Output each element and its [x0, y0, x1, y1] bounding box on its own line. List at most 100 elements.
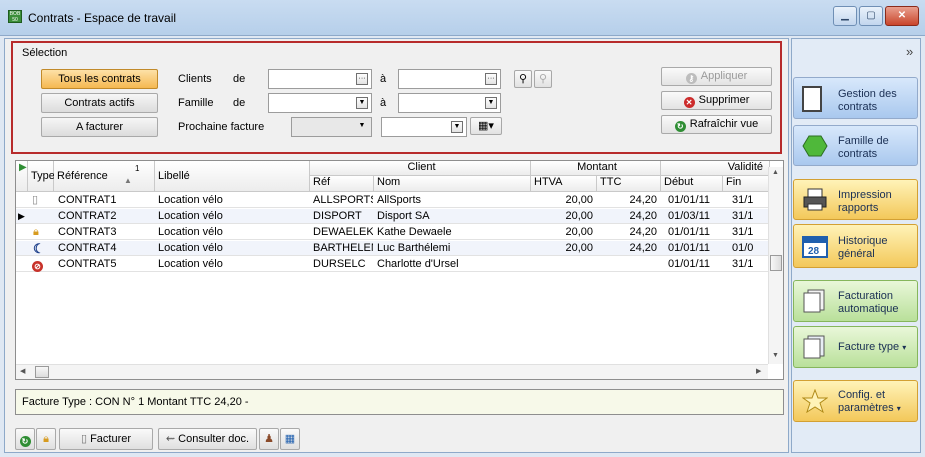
- chevron-down-icon[interactable]: ▼: [451, 121, 463, 133]
- start-date-cell: 01/01/11: [668, 242, 711, 254]
- grid-horizontal-scrollbar[interactable]: ◀ ▶: [16, 364, 768, 379]
- filter-active-contracts-button[interactable]: Contrats actifs: [41, 93, 158, 113]
- start-date-cell: 01/01/11: [668, 194, 711, 206]
- start-column-header[interactable]: Début: [661, 176, 723, 192]
- contracts-grid: ▶ Type Référence 1 ▲ Libellé Client Réf …: [15, 160, 784, 380]
- sidebar-item-label: Facture type: [838, 341, 900, 353]
- apply-button[interactable]: ⚷ Appliquer: [661, 67, 772, 86]
- scroll-up-icon[interactable]: ▲: [772, 169, 779, 176]
- window-title: Contrats - Espace de travail: [28, 11, 177, 25]
- client-name-cell: Luc Barthélemi: [377, 242, 451, 254]
- browse-icon[interactable]: ···: [485, 73, 497, 85]
- end-date-cell: 31/1: [732, 194, 754, 206]
- end-column-header[interactable]: Fin: [723, 176, 770, 192]
- delete-button[interactable]: ✕ Supprimer: [661, 91, 772, 110]
- invoice-type-status: Facture Type : CON N° 1 Montant TTC 24,2…: [15, 389, 784, 415]
- browse-icon[interactable]: ···: [356, 73, 368, 85]
- next-invoice-operator-select[interactable]: ▼: [291, 117, 372, 137]
- refresh-small-button[interactable]: ↻: [15, 428, 35, 450]
- htva-column-header[interactable]: HTVA: [531, 176, 597, 192]
- ttc-cell: 24,20: [629, 194, 657, 206]
- document-icon: ▯: [80, 433, 91, 445]
- clients-to-field[interactable]: ···: [398, 69, 501, 89]
- family-from-label: de: [233, 97, 246, 109]
- refresh-icon: ↻: [674, 121, 686, 132]
- consult-doc-button[interactable]: ⇜ Consulter doc.: [158, 428, 257, 450]
- unpin-icon[interactable]: ⚲: [534, 70, 552, 88]
- star-icon: [801, 388, 829, 414]
- sidebar-item-contract-management[interactable]: Gestion des contrats: [793, 77, 918, 119]
- pin-icon[interactable]: ⚲: [514, 70, 532, 88]
- libelle-column-header[interactable]: Libellé: [155, 161, 310, 192]
- reference-column-header[interactable]: Référence 1 ▲: [54, 161, 155, 192]
- client-ref-cell: DURSELC: [313, 258, 366, 270]
- end-date-cell: 31/1: [732, 210, 754, 222]
- sidebar-item-label: Config. et paramètres: [838, 389, 894, 414]
- next-invoice-label: Prochaine facture: [178, 121, 265, 133]
- next-invoice-date-field[interactable]: ▼: [381, 117, 467, 137]
- calendar-button[interactable]: ▦: [280, 428, 300, 450]
- grid-vertical-scrollbar[interactable]: ▲ ▼: [768, 167, 783, 364]
- start-date-cell: 01/01/11: [668, 258, 711, 270]
- family-to-label: à: [380, 97, 387, 109]
- client-ref-cell: DEWAELEK: [313, 226, 373, 238]
- family-to-select[interactable]: ▼: [398, 93, 501, 113]
- contact-button[interactable]: ♟: [259, 428, 279, 450]
- delete-icon: ✕: [683, 97, 695, 108]
- refresh-label: Rafraîchir vue: [689, 118, 759, 130]
- sidebar-item-auto-invoicing[interactable]: Facturation automatique: [793, 280, 918, 322]
- ttc-cell: [597, 257, 661, 272]
- libelle-cell: Location vélo: [158, 258, 223, 270]
- table-row[interactable]: ▯ CONTRAT1 Location vélo ALLSPORTS AllSp…: [16, 193, 770, 208]
- sidebar-item-label: Historique général: [838, 235, 888, 260]
- sidebar-item-contract-family[interactable]: Famille de contrats: [793, 125, 918, 166]
- close-button[interactable]: ✕: [885, 6, 919, 26]
- scroll-right-icon[interactable]: ▶: [756, 367, 761, 375]
- scroll-down-icon[interactable]: ▼: [772, 352, 779, 359]
- scroll-left-icon[interactable]: ◀: [20, 367, 25, 375]
- client-name-cell: Disport SA: [377, 210, 430, 222]
- minimize-button[interactable]: ▁: [833, 6, 857, 26]
- scroll-thumb[interactable]: [770, 255, 782, 271]
- start-date-cell: 01/03/11: [668, 210, 711, 222]
- reference-cell: CONTRAT5: [58, 258, 117, 270]
- sidebar-item-label: Impression rapports: [838, 189, 892, 214]
- client-name-cell: Kathe Dewaele: [377, 226, 452, 238]
- lock-button[interactable]: 🔒︎: [36, 428, 56, 450]
- type-column-header[interactable]: Type: [28, 161, 55, 192]
- client-name-column-header[interactable]: Nom: [374, 176, 531, 192]
- refresh-view-button[interactable]: ↻ Rafraîchir vue: [661, 115, 772, 134]
- table-row[interactable]: 🔒︎ CONTRAT3 Location vélo DEWAELEK Kathe…: [16, 225, 770, 240]
- collapse-sidebar-button[interactable]: »: [906, 44, 913, 59]
- blocked-icon: ⊘: [32, 257, 50, 272]
- chevron-down-icon[interactable]: ▼: [356, 97, 368, 109]
- sidebar-item-print-reports[interactable]: Impression rapports: [793, 179, 918, 220]
- table-row[interactable]: ⊘ CONTRAT5 Location vélo DURSELC Charlot…: [16, 257, 770, 272]
- table-row[interactable]: ▶ CONTRAT2 Location vélo DISPORT Disport…: [16, 209, 770, 224]
- filter-all-contracts-button[interactable]: Tous les contrats: [41, 69, 158, 89]
- client-ref-column-header[interactable]: Réf: [310, 176, 374, 192]
- clients-from-field[interactable]: ···: [268, 69, 372, 89]
- chevron-down-icon[interactable]: ▼: [485, 97, 497, 109]
- invoice-button[interactable]: ▯ Facturer: [59, 428, 153, 450]
- htva-cell: 20,00: [565, 194, 593, 206]
- chevron-down-icon[interactable]: ▼: [356, 121, 368, 133]
- table-row[interactable]: ☾ CONTRAT4 Location vélo BARTHELEM Luc B…: [16, 241, 770, 256]
- end-date-cell: 31/1: [732, 258, 754, 270]
- hscroll-thumb[interactable]: [35, 366, 49, 378]
- filter-to-invoice-button[interactable]: A facturer: [41, 117, 158, 137]
- printer-icon: [802, 188, 828, 212]
- calendar-icon[interactable]: ▦▾: [470, 117, 502, 135]
- ttc-cell: 24,20: [629, 226, 657, 238]
- client-name-cell: Charlotte d'Ursel: [377, 258, 459, 270]
- sidebar-item-config[interactable]: Config. et paramètres ▾: [793, 380, 918, 422]
- sidebar-item-invoice-type[interactable]: Facture type ▾: [793, 326, 918, 368]
- link-icon: ⇜: [165, 433, 179, 445]
- reference-cell: CONTRAT4: [58, 242, 117, 254]
- sidebar-item-general-history[interactable]: 28 Historique général: [793, 224, 918, 268]
- family-from-select[interactable]: ▼: [268, 93, 372, 113]
- maximize-button[interactable]: ▢: [859, 6, 883, 26]
- ttc-column-header[interactable]: TTC: [597, 176, 661, 192]
- client-name-cell: AllSports: [377, 194, 422, 206]
- amount-group-header: Montant: [531, 161, 661, 176]
